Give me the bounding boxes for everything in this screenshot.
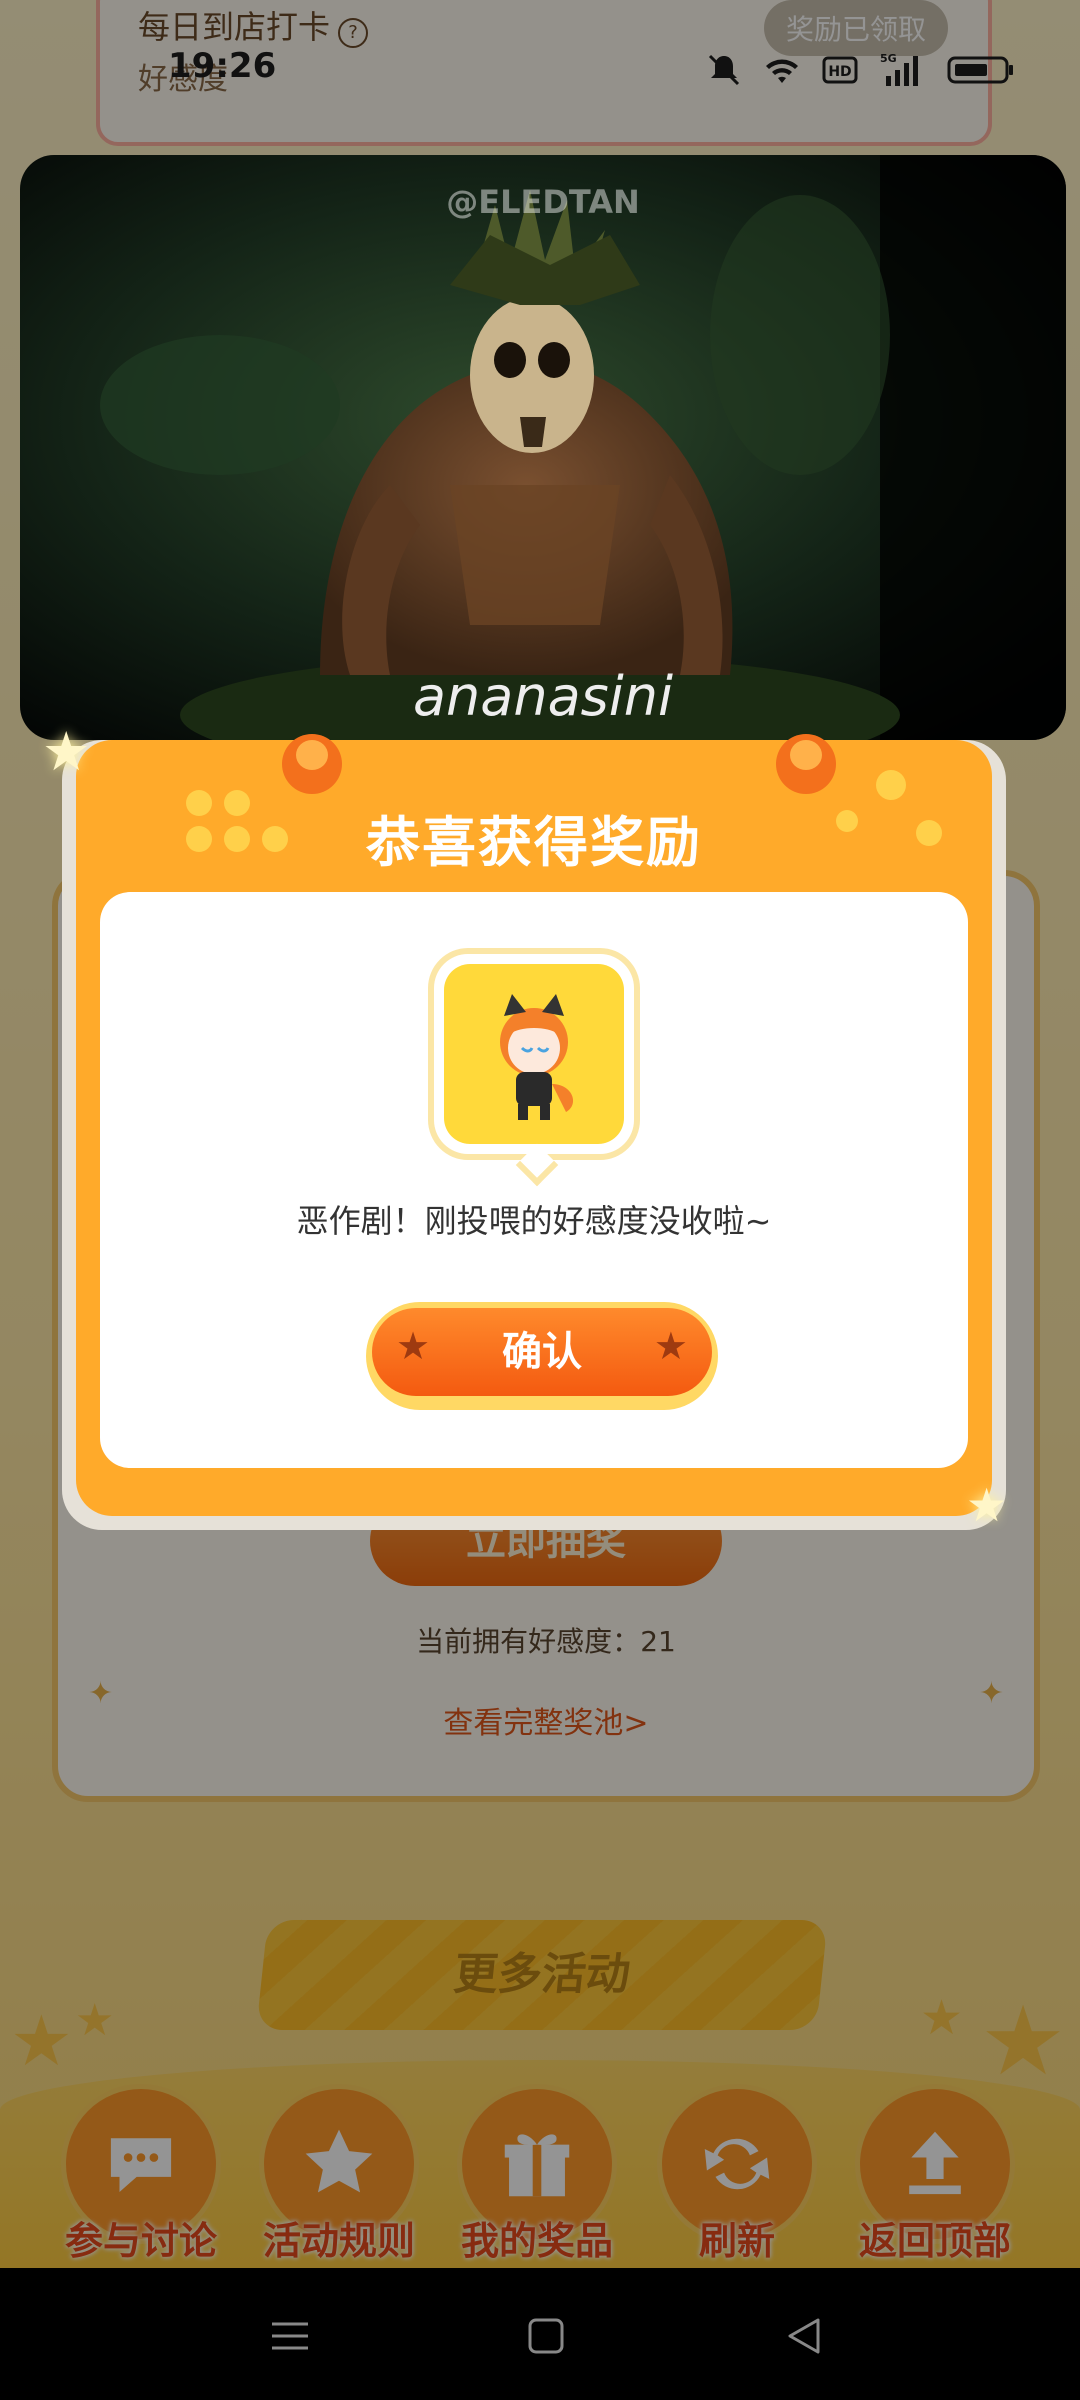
battery-icon bbox=[947, 56, 1013, 84]
signal-icon: 5G bbox=[880, 52, 918, 86]
menu-icon[interactable] bbox=[268, 2314, 312, 2358]
star-icon: ★ bbox=[653, 1324, 688, 1368]
sparkle-star-icon: ★ bbox=[42, 720, 91, 783]
hd-icon: HD bbox=[822, 56, 858, 84]
star-icon: ★ bbox=[396, 1324, 431, 1368]
sparkle-star-icon: ★ bbox=[966, 1478, 1008, 1532]
wifi-icon bbox=[766, 59, 798, 83]
mute-icon bbox=[708, 54, 740, 86]
reward-icon bbox=[434, 954, 634, 1187]
status-bar: 19:26 HD 5G bbox=[0, 40, 1080, 104]
dialog-content: 恶作剧！刚投喂的好感度没收啦~ 确认 ★ ★ bbox=[100, 892, 968, 1468]
reward-dialog: 恭喜获得奖励 恶作剧！刚投喂的好感度没收啦~ 确认 ★ ★ ★ ★ bbox=[42, 720, 1008, 1532]
back-icon[interactable] bbox=[782, 2314, 826, 2358]
status-icons: HD 5G bbox=[704, 50, 1016, 90]
reward-character-image bbox=[444, 964, 624, 1144]
dialog-title: 恭喜获得奖励 bbox=[366, 811, 702, 874]
reward-message: 恶作剧！刚投喂的好感度没收啦~ bbox=[296, 1202, 772, 1240]
dialog-ring bbox=[776, 734, 836, 794]
video-caption: ananasini bbox=[412, 665, 674, 728]
system-navigation-bar bbox=[0, 2268, 1080, 2400]
status-time: 19:26 bbox=[168, 46, 277, 86]
floating-video[interactable]: @ELEDTAN ananasini bbox=[20, 155, 1066, 740]
decor-dot bbox=[876, 770, 906, 800]
chibi-character-icon bbox=[500, 994, 574, 1120]
dialog-body: 恭喜获得奖励 恶作剧！刚投喂的好感度没收啦~ 确认 ★ ★ bbox=[76, 734, 992, 1516]
confirm-button[interactable]: 确认 ★ ★ bbox=[366, 1302, 718, 1410]
confirm-label: 确认 bbox=[502, 1329, 582, 1375]
svg-text:5G: 5G bbox=[880, 52, 897, 65]
svg-text:HD: HD bbox=[828, 64, 851, 80]
reward-icon-tail bbox=[515, 1143, 559, 1187]
dialog-ring bbox=[282, 734, 342, 794]
video-watermark: @ELEDTAN bbox=[446, 183, 640, 221]
home-icon[interactable] bbox=[524, 2314, 568, 2358]
video-frame-image bbox=[20, 155, 1066, 740]
